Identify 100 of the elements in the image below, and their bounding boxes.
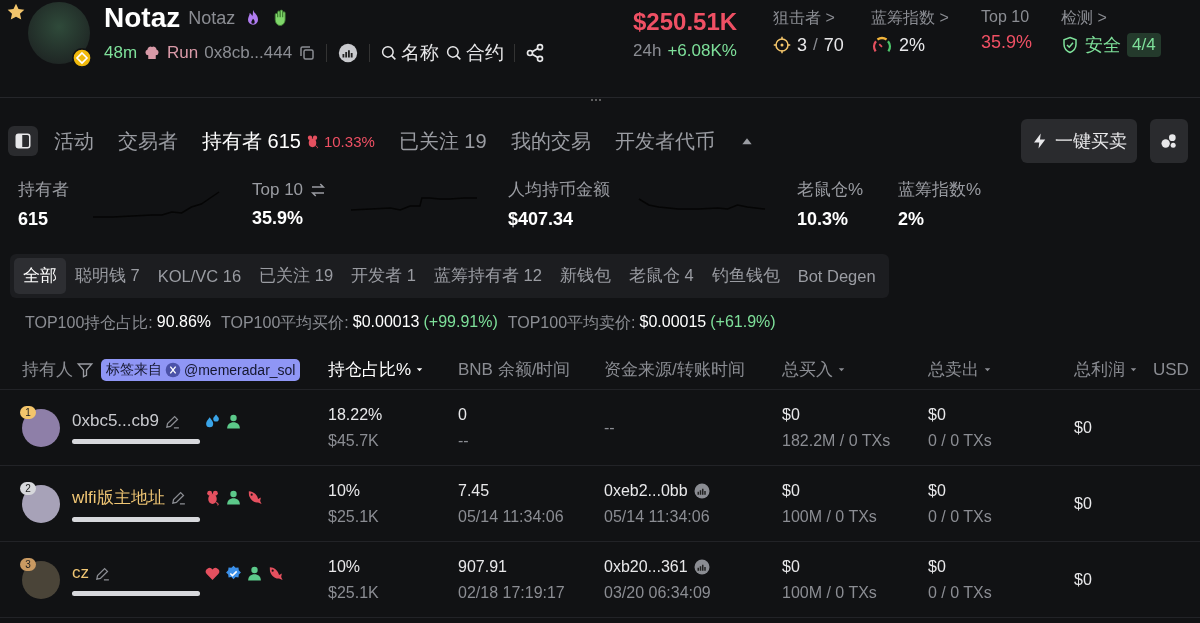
column-header[interactable]: 持仓占比% xyxy=(328,358,412,381)
holding-share: 10% xyxy=(328,481,362,500)
water-drops-icon xyxy=(204,413,221,430)
audit-label[interactable]: 检测 > xyxy=(1061,8,1171,29)
rank-badge: 1 xyxy=(20,405,36,419)
metric-value: 10.3% xyxy=(797,209,850,230)
metric-label: 蓝筹指数% xyxy=(898,179,982,201)
token-name: Notaz xyxy=(104,2,181,34)
snipers-count: 3 xyxy=(797,34,807,56)
column-header[interactable]: 总卖出 xyxy=(928,358,979,381)
bluechip-label[interactable]: 蓝筹指数 > xyxy=(871,8,981,29)
filter-icon[interactable] xyxy=(76,360,94,379)
column-header: BNB 余额/时间 xyxy=(458,359,571,381)
filter-chip[interactable]: 老鼠仓 4 xyxy=(619,258,703,294)
bought-detail: 100M / 0 TXs xyxy=(782,583,878,602)
chart-logo-icon xyxy=(692,481,711,500)
tab[interactable]: 交易者 xyxy=(118,127,178,155)
column-header: 资金来源/转账时间 xyxy=(604,359,745,381)
holding-value: $45.7K xyxy=(328,431,380,450)
x-logo-icon xyxy=(165,361,181,378)
search-link[interactable]: 合约 xyxy=(445,40,505,66)
source-address[interactable]: 0xb20...361 xyxy=(604,557,688,576)
filter-chip[interactable]: 开发者 1 xyxy=(342,258,425,294)
source-address[interactable]: 0xeb2...0bb xyxy=(604,481,688,500)
chart-logo-icon xyxy=(692,557,711,576)
filter-chip[interactable]: 钓鱼钱包 xyxy=(702,258,789,294)
column-header[interactable]: 总利润 xyxy=(1074,358,1125,381)
holding-share: 18.22% xyxy=(328,405,384,424)
filter-chip[interactable]: 已关注 19 xyxy=(250,258,343,294)
transfer-time: 05/14 11:34:06 xyxy=(604,507,711,526)
holder-name[interactable]: 0xbc5...cb9 xyxy=(72,411,159,431)
snipers-total: 70 xyxy=(823,34,844,56)
total-sold: $0 xyxy=(928,481,947,500)
summary-label: TOP100持仓占比: xyxy=(25,313,153,333)
rank-badge: 2 xyxy=(20,481,36,495)
filter-chip[interactable]: Bot Degen xyxy=(788,258,885,294)
search-link[interactable]: 名称 xyxy=(380,40,440,66)
mouse-icon xyxy=(204,489,221,506)
holder-name[interactable]: wlfi版主地址 xyxy=(72,485,165,509)
total-bought: $0 xyxy=(782,481,801,500)
filter-chip[interactable]: 全部 xyxy=(14,258,66,294)
person-icon xyxy=(246,565,263,582)
bnb-balance: 7.45 xyxy=(458,481,491,500)
copy-icon[interactable] xyxy=(298,44,317,62)
contract-address: 0x8cb...444 xyxy=(204,43,293,63)
summary-label: TOP100平均卖价: xyxy=(507,313,636,333)
filter-chip[interactable]: 蓝筹持有者 12 xyxy=(424,258,551,294)
tab[interactable]: 开发者代币 xyxy=(614,127,715,155)
top10-label: Top 10 xyxy=(981,8,1031,26)
summary-change: (+99.91%) xyxy=(423,313,498,332)
tab[interactable]: 活动 xyxy=(54,127,94,155)
summary-change: (+61.9%) xyxy=(710,313,776,332)
balance-time: 02/18 17:19:17 xyxy=(458,583,566,602)
metric-value: 2% xyxy=(898,209,925,230)
bluechip-value: 2% xyxy=(899,34,925,56)
column-header: 持有人 xyxy=(22,359,73,381)
tab[interactable]: 我的交易 xyxy=(510,127,591,155)
search-icon xyxy=(445,44,464,62)
person-icon xyxy=(225,413,242,430)
total-bought: $0 xyxy=(782,557,801,576)
person-icon xyxy=(225,489,242,506)
filter-chip[interactable]: 聪明钱 7 xyxy=(66,258,149,294)
audit-status: 安全 xyxy=(1085,34,1121,57)
column-header: USD xyxy=(1153,359,1189,380)
tag-source-badge: 标签来自 @memeradar_sol xyxy=(101,358,301,381)
total-sold: $0 xyxy=(928,557,947,576)
sidebar-icon xyxy=(14,132,32,150)
sold-detail: 0 / 0 TXs xyxy=(928,583,993,602)
slash-separator: / xyxy=(813,35,818,55)
rank-badge: 3 xyxy=(20,557,36,571)
column-header[interactable]: 总买入 xyxy=(782,358,833,381)
bnb-balance: 907.91 xyxy=(458,557,508,576)
favorite-star-icon[interactable] xyxy=(6,2,26,22)
metric-label: 人均持币金额 xyxy=(508,179,610,201)
panel-toggle-button[interactable] xyxy=(8,126,38,156)
holder-name[interactable]: cz xyxy=(72,563,89,583)
platform-name: Run xyxy=(167,43,199,63)
holding-share: 10% xyxy=(328,557,362,576)
filter-chip[interactable]: KOL/VC 16 xyxy=(148,258,251,294)
search-icon xyxy=(380,44,399,62)
balance-time: 05/14 11:34:06 xyxy=(458,507,565,526)
summary-label: TOP100平均买价: xyxy=(221,313,349,333)
top10-value: 35.9% xyxy=(981,31,1033,53)
total-bought: $0 xyxy=(782,405,801,424)
audit-score: 4/4 xyxy=(1127,33,1161,57)
bubbles-button[interactable] xyxy=(1150,119,1188,163)
tab[interactable]: 持有者 615 10.33% xyxy=(202,127,375,155)
snipers-label[interactable]: 狙击者 > xyxy=(773,8,871,29)
quick-trade-button[interactable]: 一键买卖 xyxy=(1021,119,1137,163)
chef-hat-icon xyxy=(143,44,162,62)
period-label: 24h xyxy=(633,41,662,61)
total-profit: $0 xyxy=(1074,418,1093,437)
sold-detail: 0 / 0 TXs xyxy=(928,431,993,450)
fish-icon xyxy=(246,489,263,506)
metric-label: 老鼠仓% xyxy=(797,179,864,201)
chart-logo-icon[interactable] xyxy=(337,42,360,64)
crosshair-icon xyxy=(773,36,791,54)
tab[interactable]: 已关注 19 xyxy=(398,127,487,155)
share-icon[interactable] xyxy=(525,43,546,63)
filter-chip[interactable]: 新钱包 xyxy=(550,258,620,294)
